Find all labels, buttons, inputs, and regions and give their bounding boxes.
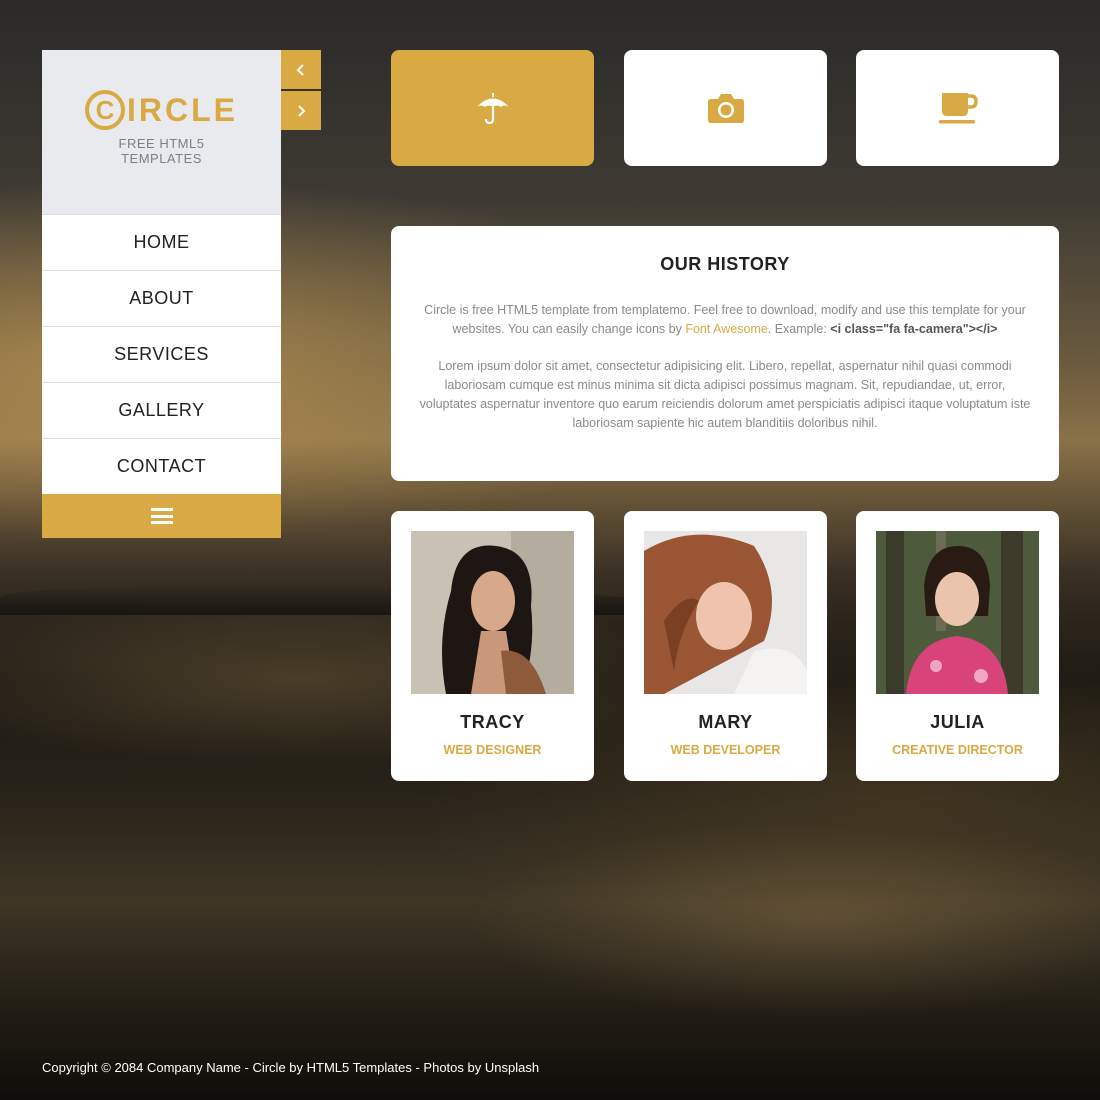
- site-logo[interactable]: C IRCLE: [85, 90, 238, 130]
- tagline-line1: FREE HTML5: [118, 136, 205, 151]
- menu-toggle-button[interactable]: [42, 494, 281, 538]
- chevron-left-icon: [296, 63, 304, 76]
- history-paragraph-2: Lorem ipsum dolor sit amet, consectetur …: [419, 359, 1031, 430]
- team-role-julia: CREATIVE DIRECTOR: [892, 743, 1023, 757]
- menu-item-contact[interactable]: CONTACT: [42, 438, 281, 494]
- chevron-right-icon: [298, 104, 306, 117]
- camera-icon: [707, 94, 744, 123]
- history-code-sample: <i class="fa fa-camera"></i>: [830, 322, 998, 336]
- font-awesome-link[interactable]: Font Awesome: [685, 322, 767, 336]
- team-card-mary: MARY WEB DEVELOPER: [624, 511, 827, 781]
- prev-button[interactable]: [281, 50, 321, 89]
- nav-arrows: [281, 50, 321, 132]
- sidebar: C IRCLE FREE HTML5 TEMPLATES HOME ABOUT S…: [42, 50, 281, 538]
- team-card-tracy: TRACY WEB DESIGNER: [391, 511, 594, 781]
- brand-panel: C IRCLE FREE HTML5 TEMPLATES: [42, 50, 281, 214]
- hamburger-icon: [150, 508, 173, 524]
- team-photo-julia: [876, 531, 1039, 694]
- menu-item-about[interactable]: ABOUT: [42, 270, 281, 326]
- team-role-tracy: WEB DESIGNER: [443, 743, 542, 757]
- team-name-mary: MARY: [698, 712, 753, 732]
- team-name-julia: JULIA: [930, 712, 985, 732]
- menu-item-gallery[interactable]: GALLERY: [42, 382, 281, 438]
- team-photo-mary: [644, 531, 807, 694]
- logo-circle-letter: C: [85, 90, 125, 130]
- tile-coffee[interactable]: [856, 50, 1059, 166]
- tagline-line2: TEMPLATES: [121, 151, 202, 166]
- history-panel: OUR HISTORY Circle is free HTML5 templat…: [391, 226, 1059, 481]
- next-button[interactable]: [281, 91, 321, 130]
- history-p1-mid: . Example:: [767, 322, 831, 336]
- history-title: OUR HISTORY: [660, 254, 790, 274]
- team-photo-tracy: [411, 531, 574, 694]
- menu-item-home[interactable]: HOME: [42, 214, 281, 270]
- footer-copyright: Copyright © 2084 Company Name - Circle b…: [42, 1060, 540, 1075]
- team-name-tracy: TRACY: [460, 712, 525, 732]
- umbrella-icon: [476, 93, 509, 125]
- logo-text: IRCLE: [127, 91, 238, 128]
- tile-umbrella[interactable]: [391, 50, 594, 166]
- tagline: FREE HTML5 TEMPLATES: [42, 136, 281, 166]
- history-paragraph-1: Circle is free HTML5 template from templ…: [419, 301, 1031, 339]
- coffee-icon: [938, 93, 978, 124]
- team-card-julia: JULIA CREATIVE DIRECTOR: [856, 511, 1059, 781]
- menu-item-services[interactable]: SERVICES: [42, 326, 281, 382]
- main-menu: HOME ABOUT SERVICES GALLERY CONTACT: [42, 214, 281, 494]
- team-role-mary: WEB DEVELOPER: [670, 743, 781, 757]
- tile-camera[interactable]: [624, 50, 827, 166]
